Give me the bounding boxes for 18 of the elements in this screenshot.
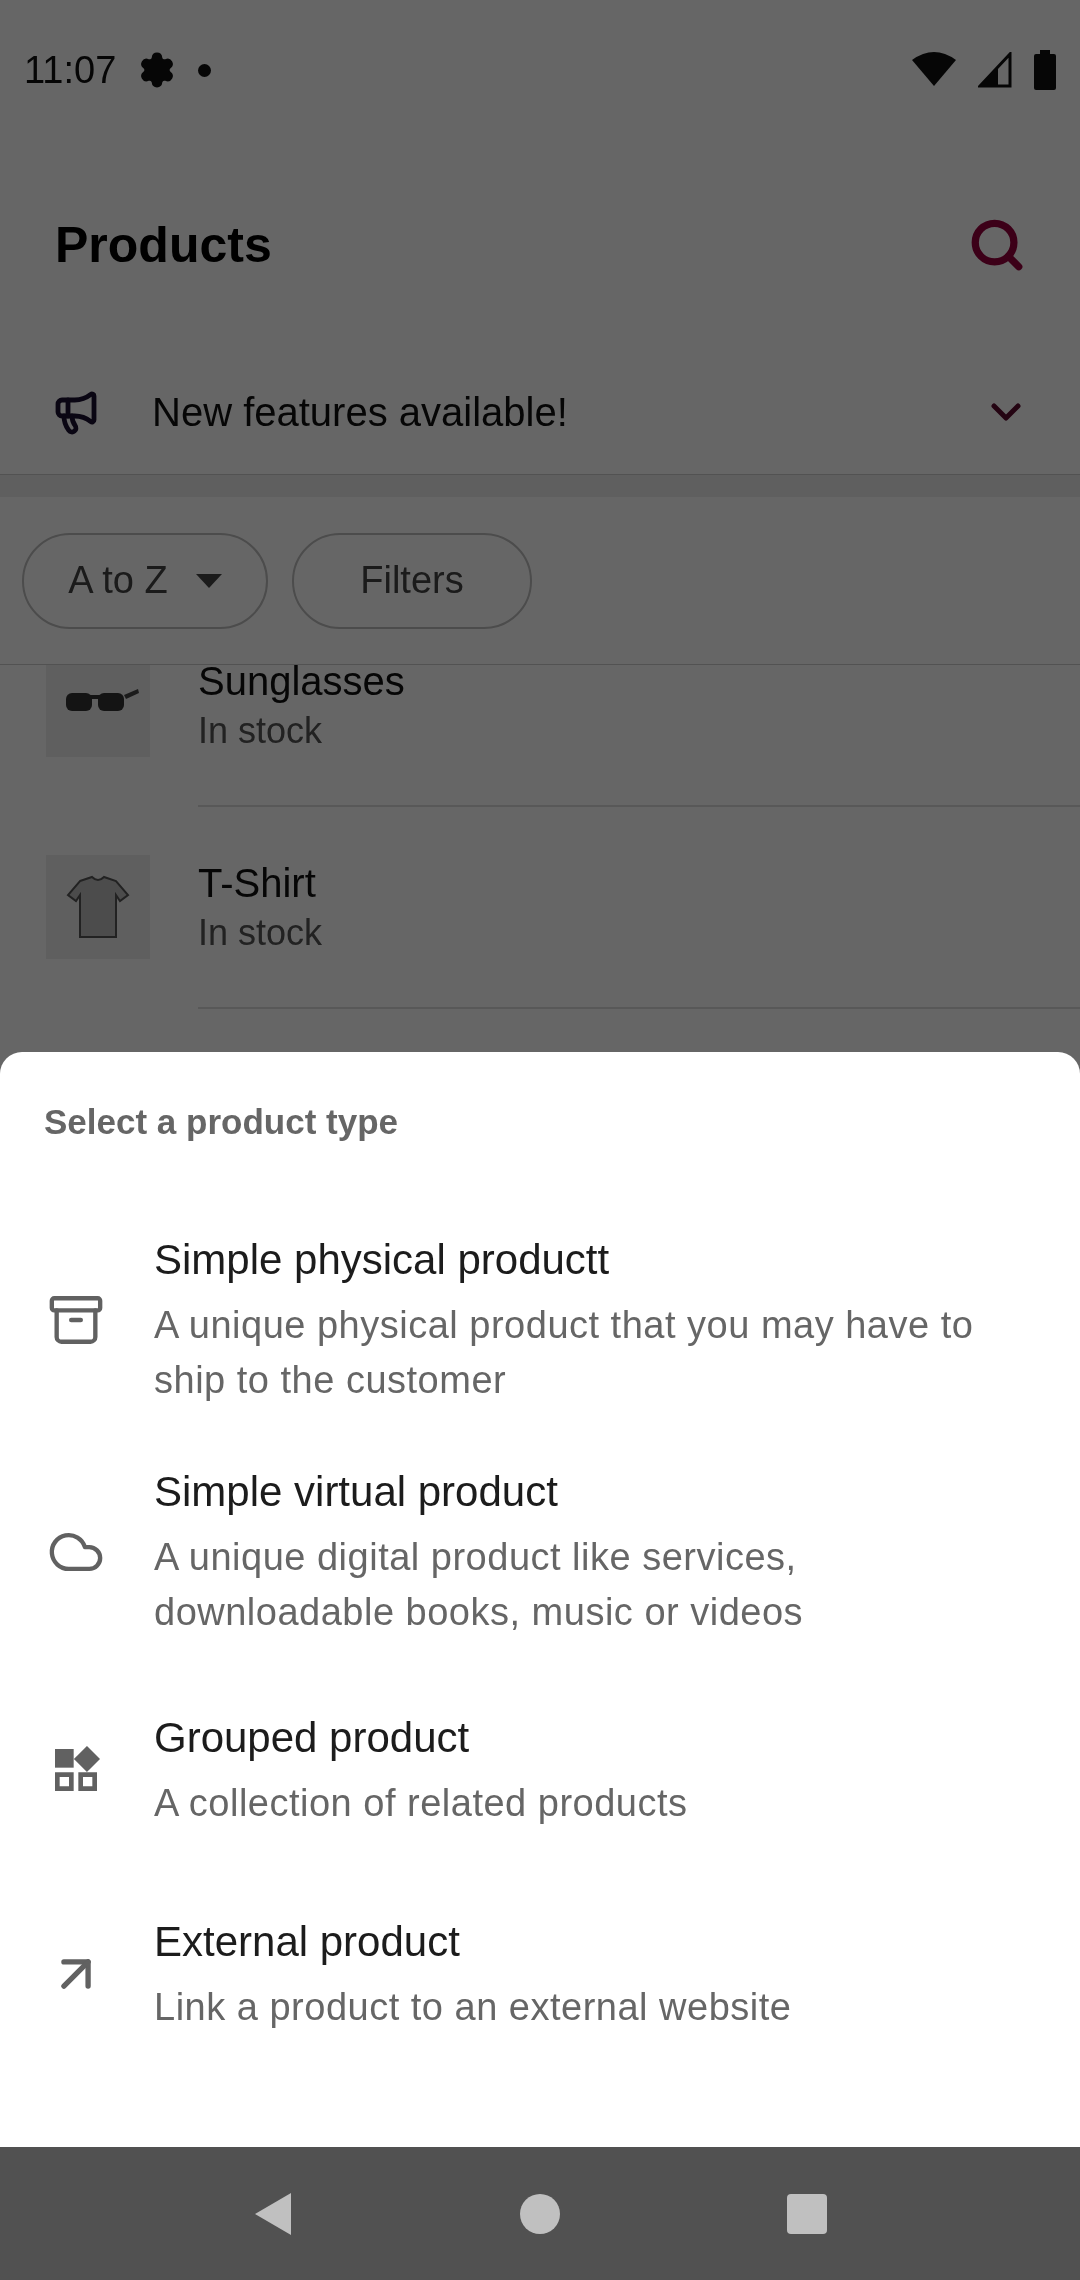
home-button[interactable] [520,2193,560,2234]
signal-icon [978,52,1012,88]
back-button[interactable] [253,2190,294,2237]
wifi-icon [912,52,956,88]
stock-status: In stock [198,911,323,955]
product-type-option[interactable]: External product Link a product to an external website [0,1872,1080,2076]
product-type-option[interactable]: Grouped product A collection of related products [0,1668,1080,1872]
sheet-title: Select a product type [44,1101,398,1143]
page-title: Products [55,215,272,275]
stock-status: In stock [198,709,324,753]
product-name: T-Shirt [198,860,317,907]
battery-icon [1034,50,1056,90]
product-type-option[interactable]: Simple physical productt A unique physical product that you may have to ship to the customer [0,1204,1080,1436]
recents-button[interactable] [786,2193,827,2234]
dropdown-arrow-icon [195,573,222,588]
status-time: 11:07 [24,47,117,93]
product-type-option[interactable]: Simple virtual product A unique digital product like services, downloadable books, music or videos [0,1436,1080,1668]
product-name: Sunglasses [198,665,405,705]
